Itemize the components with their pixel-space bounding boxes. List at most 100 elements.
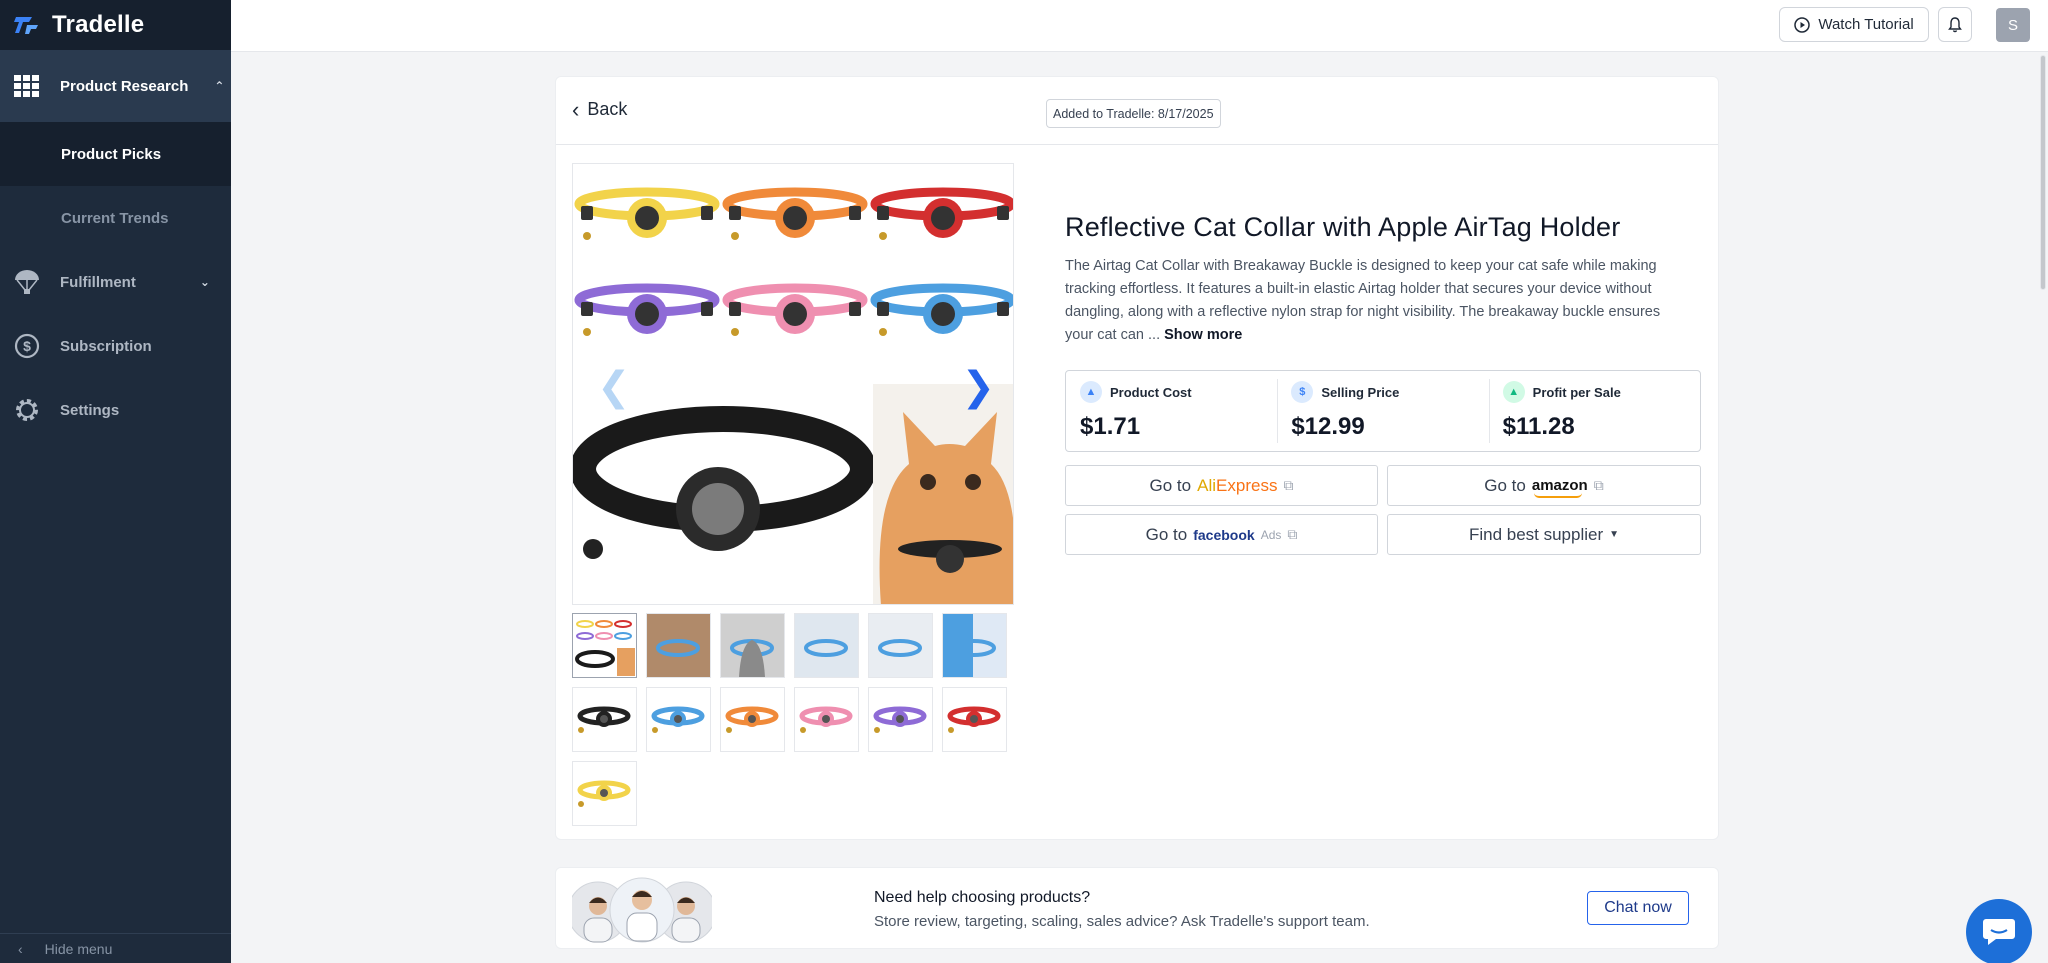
gallery-thumbnail[interactable] [572,761,637,826]
thumbnail-image [725,706,779,733]
go-to-amazon-button[interactable]: Go to amazon ⧉ [1387,465,1701,506]
product-title: Reflective Cat Collar with Apple AirTag … [1065,212,1621,242]
gallery-thumbnail[interactable] [794,613,859,678]
sidebar-item-product-picks[interactable]: Product Picks [0,122,231,186]
thumbnail-image [577,780,631,807]
user-avatar[interactable]: S [1996,8,2030,42]
parachute-icon [12,267,42,297]
support-banner: Need help choosing products? Store revie… [555,867,1719,949]
carousel-prev-button[interactable]: ❮ [597,364,631,410]
cat-photo [873,384,1013,604]
gallery-thumbnail[interactable] [794,687,859,752]
product-photo [573,187,1013,604]
hide-menu-label: Hide menu [44,940,113,957]
sidebar-item-current-trends[interactable]: Current Trends [0,186,231,250]
go-to-label: Go to [1149,475,1192,495]
find-supplier-label: Find best supplier [1468,524,1604,544]
thumbnail-image [799,706,853,733]
thumbnail-image [577,706,631,733]
sidebar-item-product-research[interactable]: Product Research ⌃ [0,50,231,122]
thumbnail-image [647,614,710,677]
money-bag-icon: ▲ [1502,381,1525,403]
stat-label: Product Cost [1110,384,1192,400]
stat-selling-price: $ Selling Price $12.99 [1277,371,1488,451]
sidebar-item-label: Product Research [60,77,189,95]
thumbnail-image [873,706,927,733]
external-link-icon: ⧉ [1287,526,1298,542]
page-scrollbar[interactable] [2036,55,2048,955]
thumbnail-image [575,620,635,676]
app-name: Tradelle [52,11,145,38]
sidebar-item-fulfillment[interactable]: Fulfillment ⌄ [0,250,231,314]
external-link-icon: ⧉ [1283,477,1294,493]
collar-graphic [722,187,868,240]
help-subtitle: Store review, targeting, scaling, sales … [874,913,1370,930]
gallery-thumbnail[interactable] [646,613,711,678]
gallery-thumbnail[interactable] [942,613,1007,678]
aliexpress-logo-part: Ali [1197,475,1217,495]
thumbnail-image [651,706,705,733]
sidebar-item-label: Settings [60,401,120,419]
svg-text:$: $ [23,338,31,354]
product-main-image: ❮ ❯ [572,163,1014,605]
thumbnail-image [795,614,858,677]
gallery-thumbnail[interactable] [720,613,785,678]
go-to-aliexpress-button[interactable]: Go to AliExpress ⧉ [1065,465,1378,506]
external-link-icon: ⧉ [1593,477,1604,493]
help-title: Need help choosing products? [874,889,1091,906]
collar-graphic [574,187,720,240]
price-stats: ▲ Product Cost $1.71 $ Selling Price $12… [1065,370,1701,452]
show-more-link[interactable]: Show more [1164,327,1242,343]
black-collar-graphic [573,406,876,559]
back-button[interactable]: ‹ Back [572,96,627,122]
gallery-thumbnail[interactable] [942,687,1007,752]
go-to-facebook-ads-button[interactable]: Go to facebook Ads ⧉ [1065,514,1378,555]
chevron-left-icon: ‹ [572,96,580,122]
chevron-up-icon: ⌃ [214,79,225,93]
chevron-down-icon: ⌄ [199,275,210,289]
hide-menu-button[interactable]: ‹ Hide menu [0,933,231,963]
app-logo[interactable]: Tradelle [0,0,231,50]
gallery-thumbnail[interactable] [572,687,637,752]
sidebar-item-settings[interactable]: Settings [0,378,231,442]
carousel-next-button[interactable]: ❯ [961,364,995,410]
notifications-button[interactable] [1938,7,1972,42]
chevron-left-icon: ‹ [18,940,23,957]
thumbnail-image [943,614,1006,677]
dollar-circle-icon: $ [12,331,42,361]
sidebar: Tradelle Product Research ⌃ Product Pick… [0,0,231,963]
gallery-thumbnail[interactable] [720,687,785,752]
play-circle-icon [1794,16,1811,33]
product-description: The Airtag Cat Collar with Breakaway Buc… [1065,255,1685,347]
tradelle-logo-icon [14,17,38,34]
sidebar-item-label: Subscription [60,337,152,355]
watch-tutorial-label: Watch Tutorial [1818,16,1914,33]
topbar [231,0,2048,52]
collar-graphic [722,283,868,336]
thumbnail-image [947,706,1001,733]
stat-profit-per-sale: ▲ Profit per Sale $11.28 [1488,371,1700,451]
collar-graphic [870,187,1013,240]
collar-graphic [870,283,1013,336]
thumbnail-image [721,614,784,677]
facebook-logo: facebook [1193,526,1255,543]
scrollbar-thumb[interactable] [2040,55,2046,290]
chat-now-button[interactable]: Chat now [1587,891,1689,925]
go-to-label: Go to [1145,524,1188,544]
go-to-label: Go to [1484,475,1526,495]
stat-value: $1.71 [1080,413,1141,440]
support-team-avatars [572,877,712,943]
collar-graphic [574,283,720,336]
stat-value: $11.28 [1502,413,1575,440]
price-tag-icon: $ [1291,381,1314,403]
find-best-supplier-dropdown[interactable]: Find best supplier ▼ [1387,514,1701,555]
stat-label: Profit per Sale [1532,384,1621,400]
gallery-thumbnail[interactable] [646,687,711,752]
watch-tutorial-button[interactable]: Watch Tutorial [1779,7,1929,42]
gallery-thumbnail[interactable] [868,687,933,752]
gallery-thumbnail[interactable] [572,613,637,678]
sidebar-item-subscription[interactable]: $ Subscription [0,314,231,378]
gallery-thumbnail[interactable] [868,613,933,678]
live-chat-button[interactable] [1966,899,2032,963]
stat-value: $12.99 [1291,413,1365,440]
